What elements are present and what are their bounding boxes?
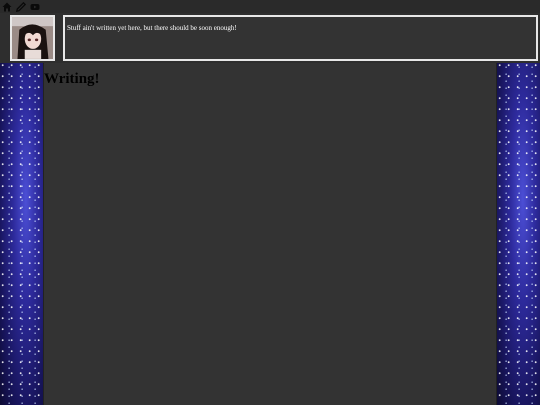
page-title: Writing! — [44, 71, 100, 87]
status-message: Stuff ain't written yet here, but there … — [67, 24, 237, 32]
youtube-icon[interactable] — [30, 2, 40, 12]
top-nav-bar — [0, 0, 540, 13]
main-content: Writing! — [43, 63, 497, 405]
space-background-right — [497, 63, 540, 405]
pencil-icon[interactable] — [16, 1, 26, 12]
space-background-left — [0, 63, 43, 405]
avatar-image — [12, 17, 53, 59]
status-message-box: Stuff ain't written yet here, but there … — [63, 15, 538, 61]
header: Stuff ain't written yet here, but there … — [0, 13, 540, 63]
avatar — [10, 15, 55, 61]
home-icon[interactable] — [2, 2, 12, 12]
